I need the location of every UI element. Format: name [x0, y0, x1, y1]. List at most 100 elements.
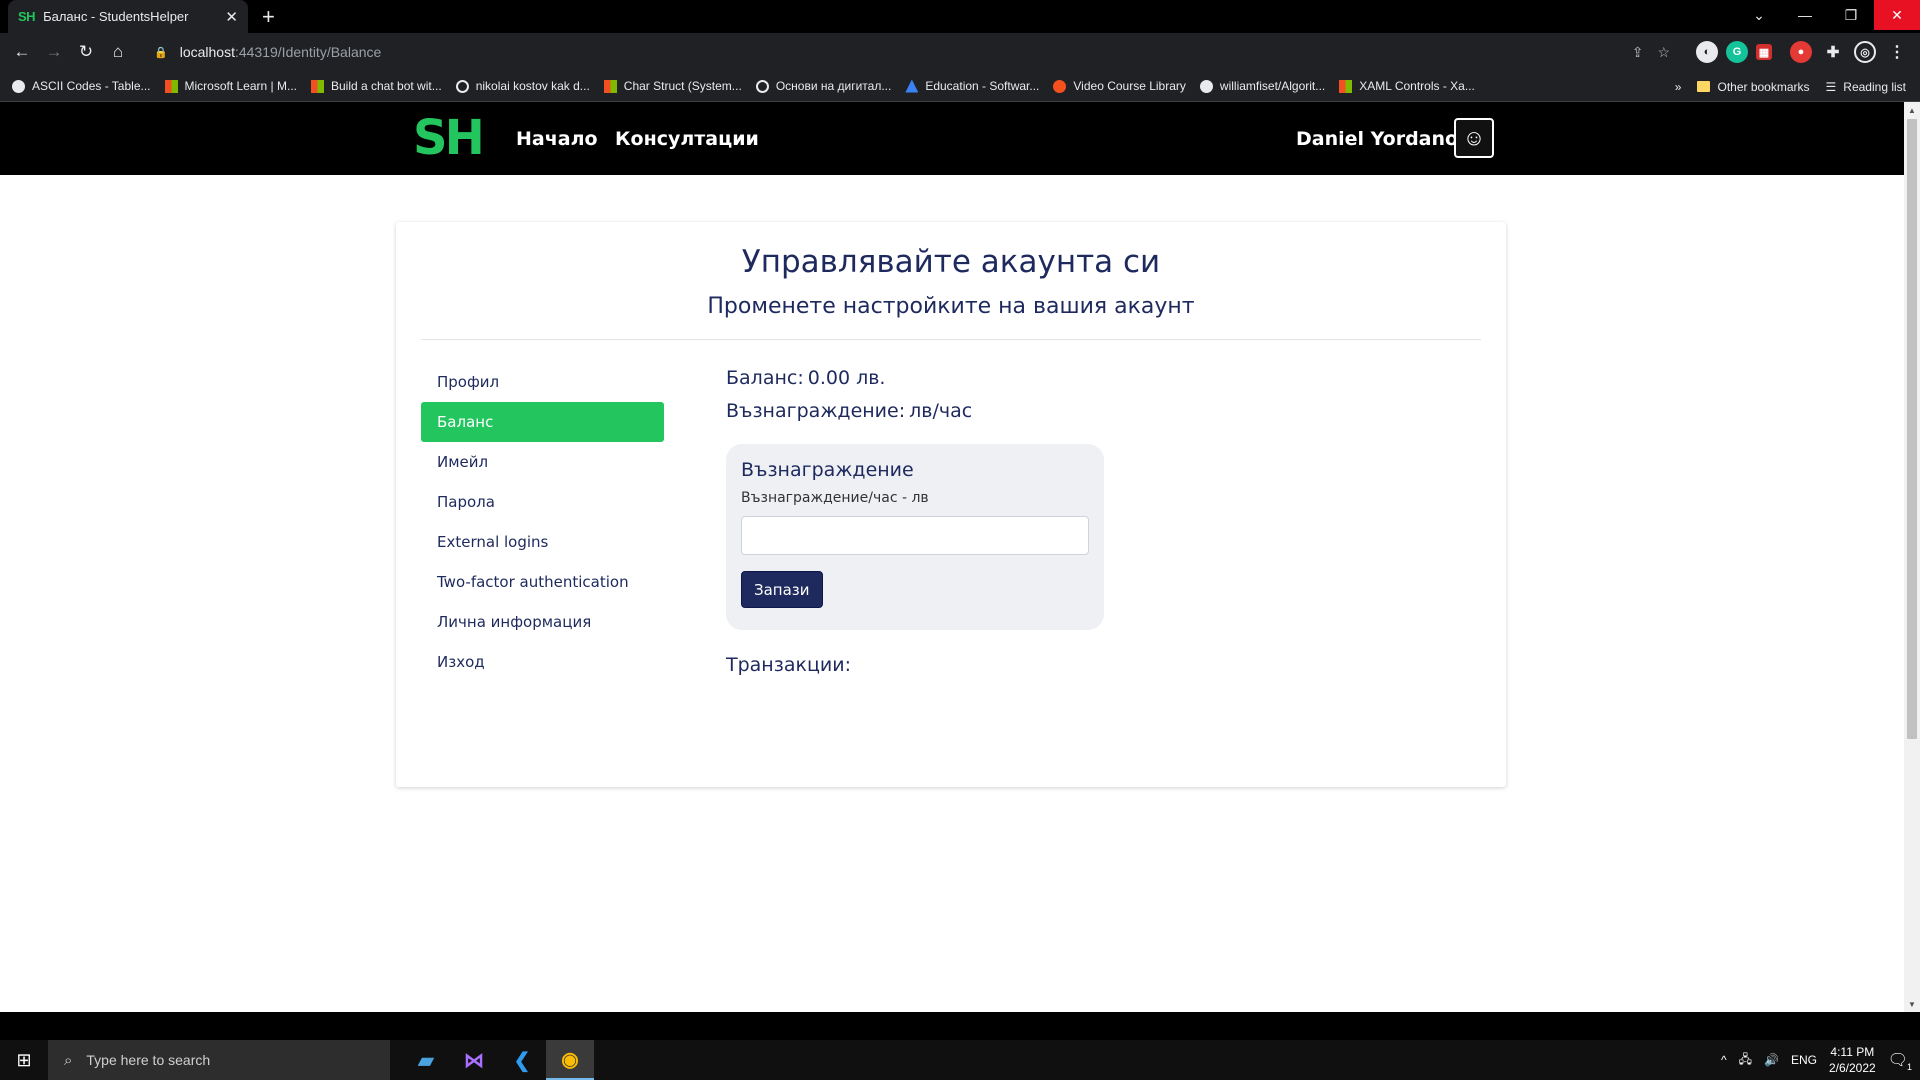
lock-icon: 🔒: [154, 46, 168, 59]
close-tab-icon[interactable]: ✕: [225, 8, 238, 26]
language-indicator[interactable]: ENG: [1791, 1053, 1817, 1067]
bookmark-item[interactable]: Education - Softwar...: [905, 79, 1039, 93]
share-icon[interactable]: ⇪: [1632, 44, 1644, 61]
url-host: localhost: [179, 44, 235, 60]
vscode-icon[interactable]: ❮: [498, 1040, 546, 1080]
bookmarks-overflow-icon[interactable]: »: [1675, 80, 1682, 94]
notification-count: 1: [1906, 1062, 1912, 1072]
extension-red-icon[interactable]: ●: [1790, 41, 1812, 63]
reward-per-hour-input[interactable]: [741, 516, 1089, 555]
bookmark-item[interactable]: nikolai kostov kak d...: [455, 79, 590, 93]
sidebar-item-external-logins[interactable]: External logins: [421, 522, 664, 562]
tray-overflow-icon[interactable]: ^: [1721, 1053, 1727, 1067]
volume-icon[interactable]: 🔊: [1764, 1053, 1779, 1067]
reward-form-heading: Възнаграждение: [741, 459, 914, 481]
browser-tab-strip: SH Баланс - StudentsHelper ✕ + ⌄ — ❐ ✕: [0, 0, 1920, 33]
bookmark-item[interactable]: XAML Controls - Xa...: [1339, 79, 1475, 93]
user-name-link[interactable]: Daniel Yordanov: [1296, 128, 1470, 150]
balance-label: Баланс:: [726, 367, 804, 389]
grammarly-icon[interactable]: G: [1726, 41, 1748, 63]
extension-profile-icon[interactable]: ◐: [1696, 41, 1718, 63]
sidebar-item-balance[interactable]: Баланс: [421, 402, 664, 442]
browser-tab[interactable]: SH Баланс - StudentsHelper ✕: [8, 0, 248, 33]
taskbar-search[interactable]: ⌕ Type here to search: [48, 1040, 390, 1080]
restore-button[interactable]: ❐: [1828, 0, 1874, 30]
page-scrollbar[interactable]: ▲ ▼: [1904, 102, 1920, 1012]
transactions-heading: Транзакции:: [726, 654, 851, 676]
home-icon[interactable]: ⌂: [102, 36, 134, 68]
microsoft-icon: [164, 79, 178, 93]
microsoft-icon: [310, 79, 324, 93]
minimize-button[interactable]: —: [1782, 0, 1828, 30]
sidebar-item-profile[interactable]: Профил: [421, 362, 664, 402]
status-strip: [0, 1012, 1920, 1040]
sidebar-item-email[interactable]: Имейл: [421, 442, 664, 482]
scroll-down-icon[interactable]: ▼: [1904, 996, 1920, 1012]
extensions-puzzle-icon[interactable]: ✚: [1822, 41, 1844, 63]
scroll-up-icon[interactable]: ▲: [1904, 102, 1920, 118]
browser-menu-icon[interactable]: ⋮: [1886, 41, 1908, 63]
address-bar[interactable]: 🔒 localhost:44319/Identity/Balance ⇪ ☆: [140, 38, 1680, 66]
system-tray: ^ 🖧 🔊 ENG 4:11 PM 2/6/2022 🗨 1: [1721, 1040, 1920, 1080]
scroll-thumb[interactable]: [1907, 119, 1917, 739]
site-logo[interactable]: SH: [413, 110, 485, 166]
nav-home-link[interactable]: Начало: [516, 128, 598, 150]
sidebar-item-password[interactable]: Парола: [421, 482, 664, 522]
bookmark-item[interactable]: Build a chat bot wit...: [310, 79, 442, 93]
bookmark-star-icon[interactable]: ☆: [1657, 44, 1670, 61]
sidebar-item-personal-info[interactable]: Лична информация: [421, 602, 664, 642]
favicon: SH: [18, 9, 36, 24]
pdf-extension-icon[interactable]: ▦: [1756, 44, 1772, 60]
google-icon: [455, 79, 469, 93]
reading-list[interactable]: ☰ Reading list: [1826, 80, 1906, 94]
reload-icon[interactable]: ↻: [70, 36, 102, 68]
sidebar-item-logout[interactable]: Изход: [421, 642, 664, 682]
bookmark-item[interactable]: Char Struct (System...: [603, 79, 742, 93]
forward-icon[interactable]: →: [38, 36, 70, 68]
account-sidebar: Профил Баланс Имейл Парола External logi…: [421, 362, 664, 682]
github-icon: [1199, 79, 1213, 93]
sidebar-item-two-factor[interactable]: Two-factor authentication: [421, 562, 664, 602]
windows-start-icon[interactable]: ⊞: [0, 1040, 48, 1080]
tab-search-icon[interactable]: ⌄: [1736, 0, 1782, 30]
bookmark-item[interactable]: Microsoft Learn | M...: [164, 79, 297, 93]
clock[interactable]: 4:11 PM 2/6/2022: [1829, 1044, 1876, 1076]
video-play-icon: [1053, 79, 1067, 93]
bookmark-item[interactable]: Video Course Library: [1053, 79, 1186, 93]
chrome-icon[interactable]: ◉: [546, 1040, 594, 1080]
google-icon: [755, 79, 769, 93]
user-avatar[interactable]: ☺: [1454, 118, 1494, 158]
bookmark-item[interactable]: Основи на дигитал...: [755, 79, 891, 93]
browser-toolbar: ← → ↻ ⌂ 🔒 localhost:44319/Identity/Balan…: [0, 33, 1920, 71]
windows-taskbar: ⊞ ⌕ Type here to search ▰ ⋈ ❮ ◉ ^ 🖧 🔊 EN…: [0, 1040, 1920, 1080]
balance-value: 0.00 лв.: [807, 367, 886, 389]
azure-icon: [905, 79, 919, 93]
back-icon[interactable]: ←: [6, 36, 38, 68]
page-title: Управлявайте акаунта си: [741, 244, 1161, 280]
bookmarks-bar: ASCII Codes - Table... Microsoft Learn |…: [0, 71, 1920, 102]
window-close-button[interactable]: ✕: [1874, 0, 1920, 30]
folder-icon: [1697, 81, 1711, 92]
bookmark-item[interactable]: williamfiset/Algorit...: [1199, 79, 1325, 93]
tab-title: Баланс - StudentsHelper: [43, 9, 189, 24]
bookmark-item[interactable]: ASCII Codes - Table...: [12, 79, 151, 93]
profile-avatar-icon[interactable]: ◎: [1854, 41, 1876, 63]
divider: [421, 339, 1481, 340]
nav-consultations-link[interactable]: Консултации: [615, 128, 759, 150]
bookmark-favicon-icon: [12, 79, 25, 93]
reward-form: Възнаграждение Възнаграждение/час - лв З…: [726, 444, 1104, 630]
page-subtitle: Променете настройките на вашия акаунт: [707, 294, 1195, 319]
balance-content: Баланс: 0.00 лв. Възнаграждение: лв/час Въ…: [726, 362, 1426, 676]
balance-line: Баланс: 0.00 лв.: [726, 362, 1426, 395]
app-icon[interactable]: ▰: [402, 1040, 450, 1080]
reward-field-label: Възнаграждение/час - лв: [741, 490, 929, 506]
url-path: :44319/Identity/Balance: [234, 44, 382, 60]
new-tab-button[interactable]: +: [262, 4, 275, 30]
notifications-icon[interactable]: 🗨 1: [1888, 1050, 1912, 1072]
network-icon[interactable]: 🖧: [1739, 1050, 1752, 1071]
other-bookmarks[interactable]: Other bookmarks: [1697, 80, 1810, 94]
save-button[interactable]: Запази: [741, 571, 823, 608]
reward-line: Възнаграждение: лв/час: [726, 395, 1426, 428]
account-card: Управлявайте акаунта си Променете настро…: [396, 222, 1506, 787]
visual-studio-icon[interactable]: ⋈: [450, 1040, 498, 1080]
